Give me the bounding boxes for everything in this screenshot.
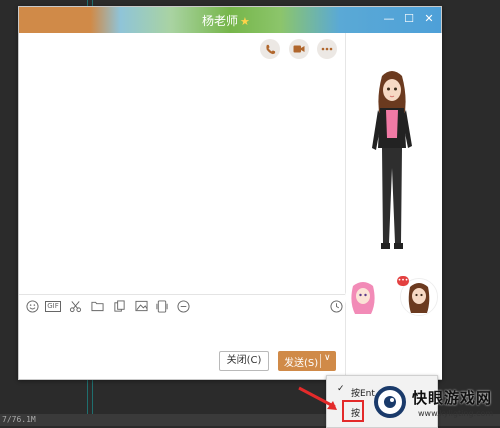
history-clock-icon[interactable] xyxy=(327,297,345,315)
watermark-title: 快眼游戏网 xyxy=(412,389,493,407)
contact-avatar[interactable] xyxy=(345,280,381,316)
phone-icon[interactable] xyxy=(260,39,280,59)
gif-label: GIF xyxy=(45,300,61,312)
toolbar-divider xyxy=(19,294,345,295)
gif-icon[interactable]: GIF xyxy=(43,297,63,315)
send-separator xyxy=(320,354,321,368)
chat-bubble-icon: ••• xyxy=(397,276,409,286)
title-bar[interactable]: 杨老师 ★ — ☐ ✕ xyxy=(19,7,441,33)
screen-record-icon[interactable] xyxy=(153,297,171,315)
send-label: 发送(S) xyxy=(284,358,319,369)
close-icon[interactable]: ✕ xyxy=(422,11,436,27)
close-button[interactable]: 关闭(C) xyxy=(219,351,269,371)
highlight-box xyxy=(342,400,364,422)
watermark-url: www.kyligting.com xyxy=(418,409,494,418)
screenshot-scissors-icon[interactable] xyxy=(66,297,84,315)
red-arrow-icon xyxy=(298,386,337,410)
chevron-down-icon[interactable]: ∨ xyxy=(324,353,331,363)
image-icon[interactable] xyxy=(132,297,150,315)
watermark-logo-icon xyxy=(374,386,406,418)
maximize-icon[interactable]: ☐ xyxy=(402,11,416,27)
folder-icon[interactable] xyxy=(88,297,106,315)
document-icon[interactable] xyxy=(110,297,128,315)
emoji-icon[interactable] xyxy=(23,297,41,315)
status-text: 7/76.1M xyxy=(2,415,36,424)
message-area xyxy=(19,33,345,295)
window-title: 杨老师 ★ xyxy=(202,14,250,28)
watermark: 快眼游戏网 www.kyligting.com xyxy=(370,382,500,426)
minimize-icon[interactable]: — xyxy=(382,11,396,27)
send-button[interactable]: 发送(S) ∨ xyxy=(278,351,336,371)
star-icon: ★ xyxy=(240,15,250,28)
more-icon[interactable] xyxy=(317,39,337,59)
video-call-icon[interactable] xyxy=(289,39,309,59)
more-circle-icon[interactable] xyxy=(174,297,192,315)
contact-show-avatar xyxy=(372,71,412,249)
